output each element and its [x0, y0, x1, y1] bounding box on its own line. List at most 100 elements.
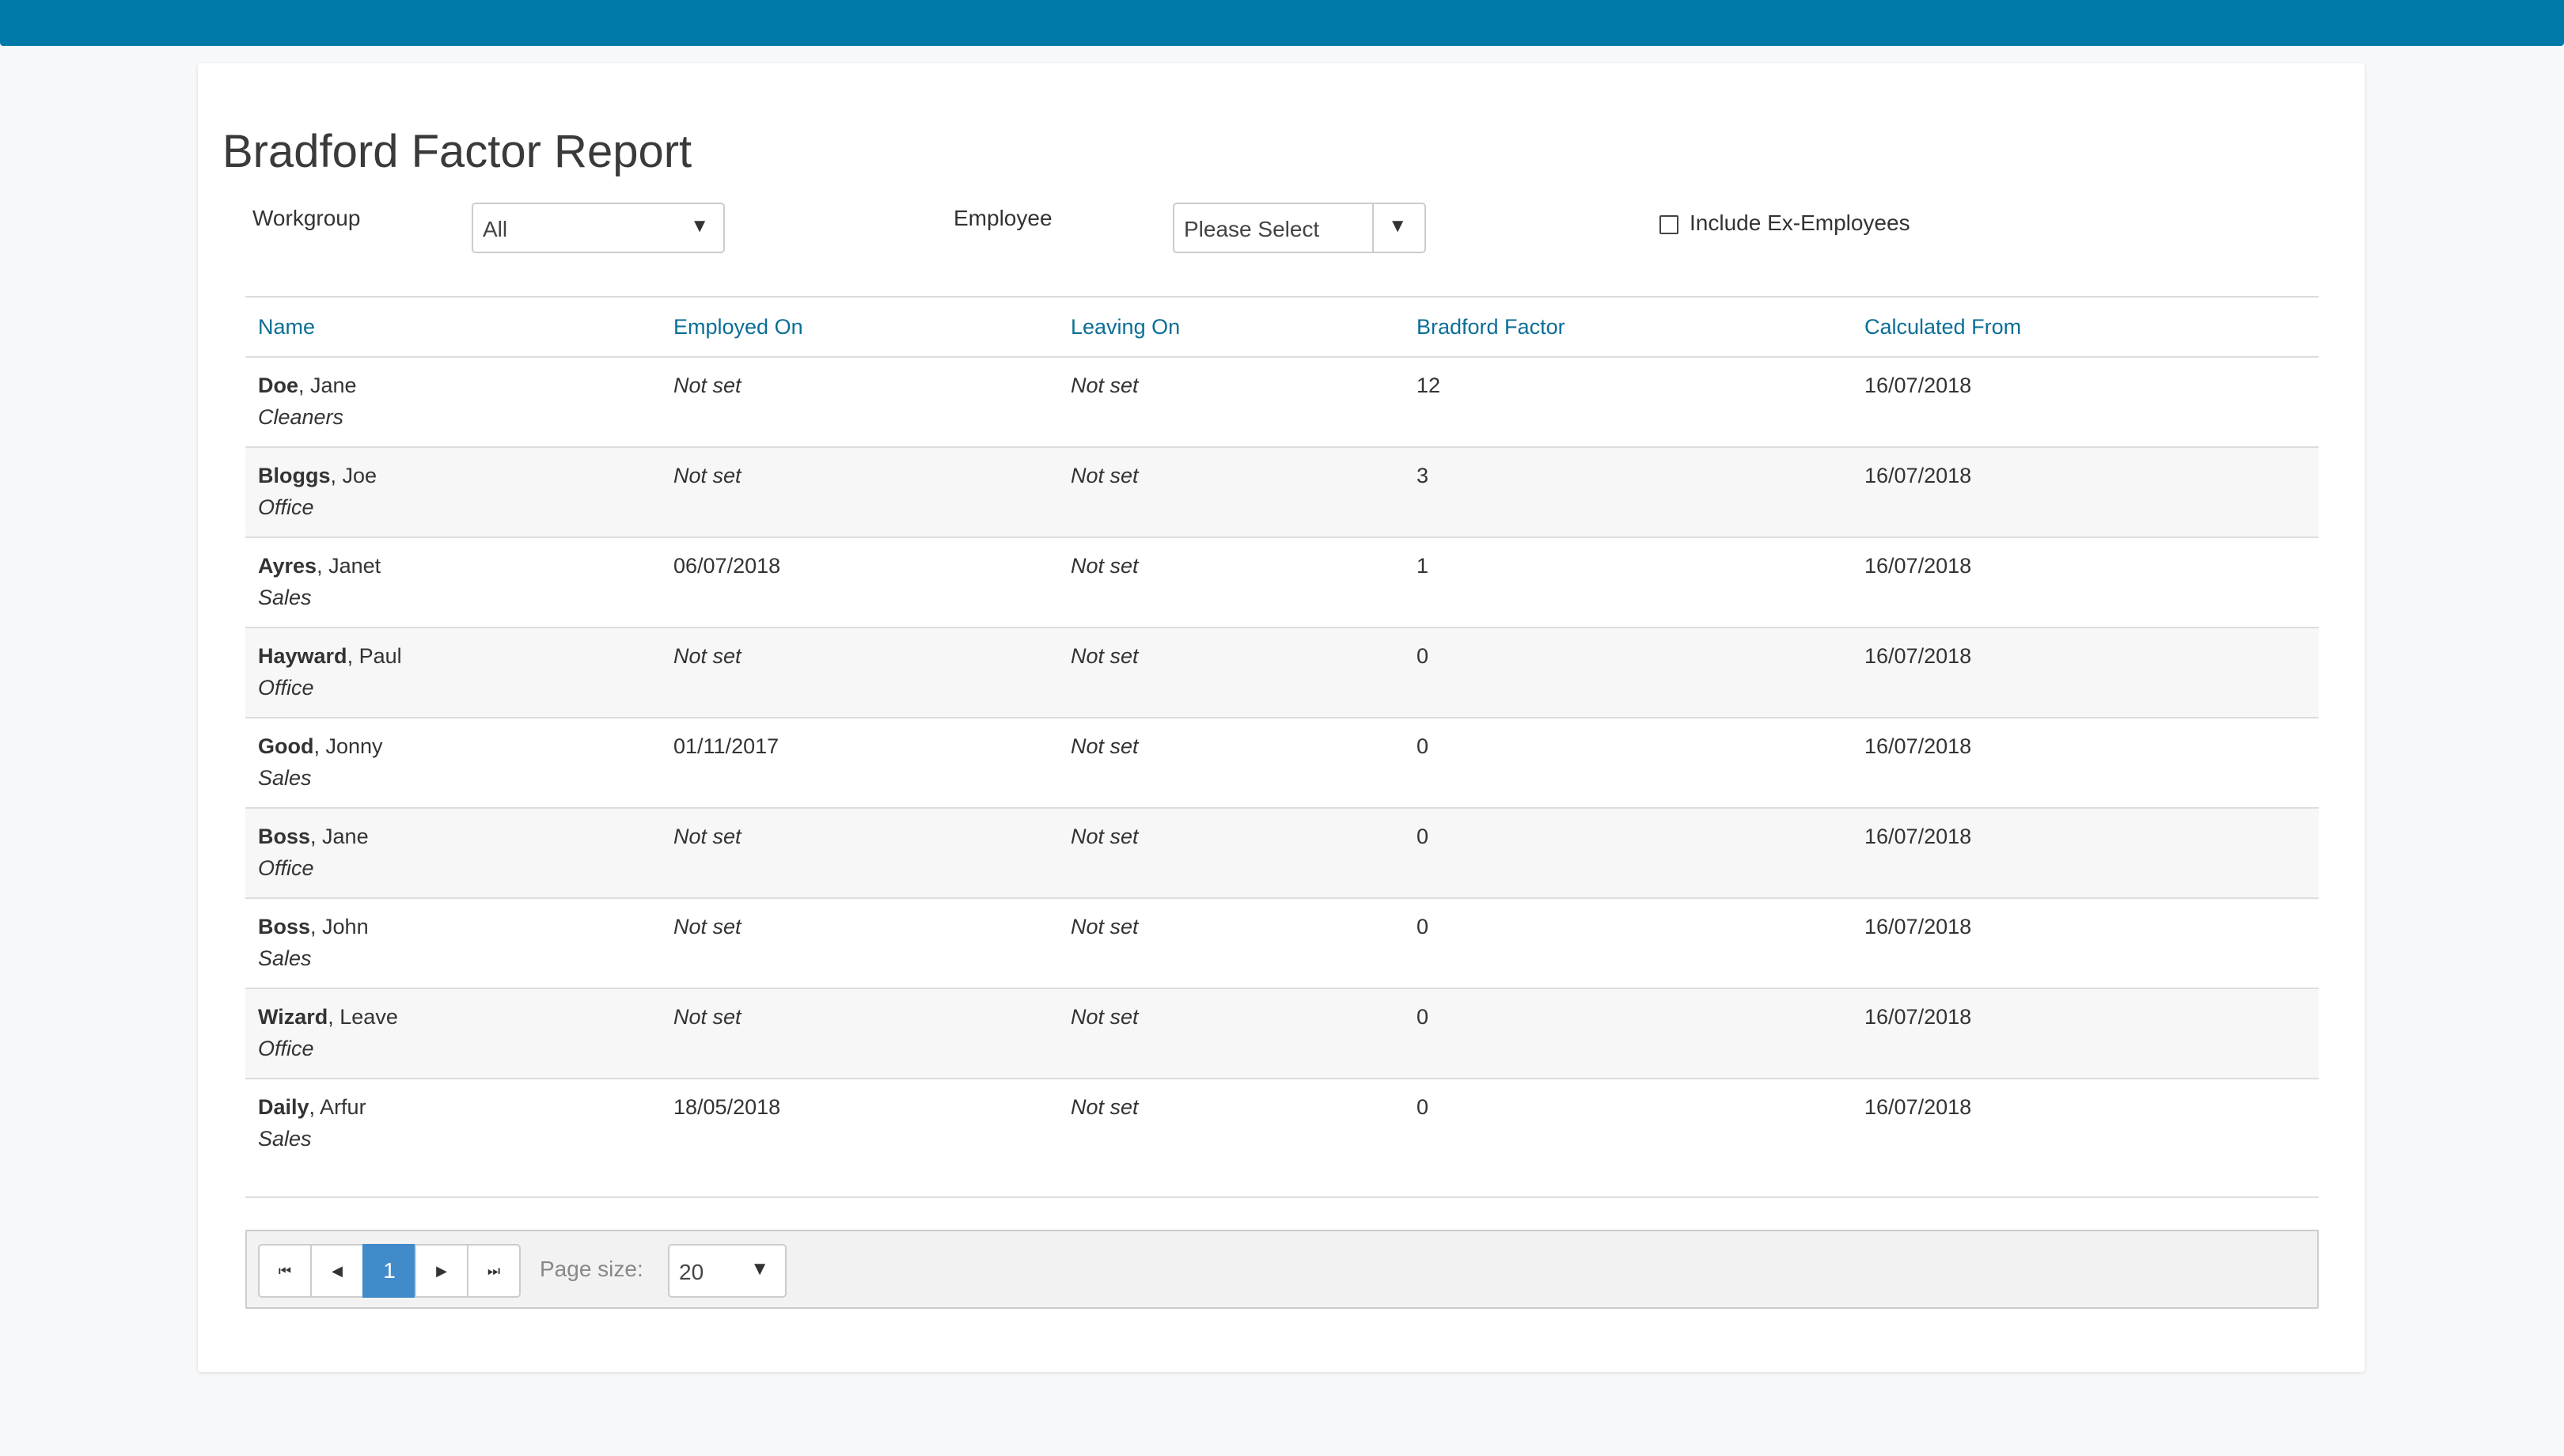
bradford-factor-value: 0 — [1417, 915, 1429, 938]
leaving-on-value: Not set — [1071, 373, 1139, 397]
workgroup-name: Office — [258, 676, 314, 700]
first-name: , Jonny — [313, 734, 383, 758]
first-name: , Arfur — [309, 1095, 366, 1119]
calculated-from-value: 16/07/2018 — [1864, 915, 1972, 938]
calculated-from-value: 16/07/2018 — [1864, 464, 1972, 487]
workgroup-name: Sales — [258, 1127, 312, 1151]
workgroup-name: Cleaners — [258, 405, 344, 429]
calculated-from-value: 16/07/2018 — [1864, 734, 1972, 758]
table-body: Doe, Jane Cleaners Not set Not set 12 16/07/2… — [245, 358, 2319, 1166]
bradford-factor-value: 3 — [1417, 464, 1429, 487]
employee-label: Employee — [954, 206, 1053, 230]
last-name: Bloggs — [258, 464, 331, 487]
table-row[interactable]: Boss, John Sales Not set Not set 0 16/07/2018 — [245, 899, 2319, 989]
employed-on-value: Not set — [673, 464, 742, 487]
table-row[interactable]: Ayres, Janet Sales 06/07/2018 Not set 1 16/07… — [245, 538, 2319, 628]
include-ex-employees-label: Include Ex-Employees — [1690, 210, 1910, 235]
first-page-button[interactable]: ⏮ — [258, 1244, 312, 1298]
page-size-select[interactable]: 20 ▼ — [668, 1244, 787, 1298]
column-header-bradford-factor[interactable]: Bradford Factor — [1417, 315, 1565, 339]
leaving-on-value: Not set — [1071, 1095, 1139, 1119]
bradford-table: Name Employed On Leaving On Bradford Fac… — [245, 296, 2319, 1166]
employee-select[interactable]: Please Select ▼ — [1173, 203, 1426, 253]
last-page-icon: ⏭ — [487, 1262, 501, 1279]
first-name: , Paul — [347, 644, 402, 668]
last-name: Hayward — [258, 644, 347, 668]
table-row[interactable]: Good, Jonny Sales 01/11/2017 Not set 0 16/07/… — [245, 719, 2319, 809]
employee-name[interactable]: Daily, Arfur — [258, 1095, 366, 1120]
calculated-from-value: 16/07/2018 — [1864, 644, 1972, 668]
page-size-label: Page size: — [540, 1257, 643, 1281]
last-name: Daily — [258, 1095, 309, 1119]
bradford-factor-value: 0 — [1417, 1005, 1429, 1029]
table-row[interactable]: Hayward, Paul Office Not set Not set 0 16/07/… — [245, 628, 2319, 719]
last-page-button[interactable]: ⏭ — [467, 1244, 521, 1298]
table-bottom-border — [245, 1196, 2319, 1198]
leaving-on-value: Not set — [1071, 1005, 1139, 1029]
page-size-value: 20 — [679, 1260, 704, 1284]
chevron-down-icon[interactable]: ▼ — [1388, 215, 1407, 237]
employee-name[interactable]: Ayres, Janet — [258, 554, 381, 578]
table-row[interactable]: Bloggs, Joe Office Not set Not set 3 16/07/20… — [245, 448, 2319, 538]
workgroup-label: Workgroup — [252, 206, 361, 230]
table-row[interactable]: Boss, Jane Office Not set Not set 0 16/07/201… — [245, 809, 2319, 899]
workgroup-name: Office — [258, 856, 314, 880]
prev-page-button[interactable]: ◀ — [310, 1244, 364, 1298]
next-page-button[interactable]: ▶ — [415, 1244, 468, 1298]
table-row[interactable]: Daily, Arfur Sales 18/05/2018 Not set 0 16/07… — [245, 1079, 2319, 1166]
leaving-on-value: Not set — [1071, 644, 1139, 668]
workgroup-name: Office — [258, 1037, 314, 1060]
first-name: , Jane — [310, 825, 369, 848]
employee-name[interactable]: Boss, John — [258, 915, 369, 939]
bradford-factor-value: 0 — [1417, 644, 1429, 668]
column-header-leaving-on[interactable]: Leaving On — [1071, 315, 1180, 339]
leaving-on-value: Not set — [1071, 825, 1139, 848]
include-ex-employees-checkbox[interactable] — [1659, 214, 1678, 234]
calculated-from-value: 16/07/2018 — [1864, 554, 1972, 578]
workgroup-select[interactable]: All ▼ — [472, 203, 725, 253]
bradford-factor-value: 1 — [1417, 554, 1429, 578]
first-name: , Joe — [330, 464, 377, 487]
prev-page-icon: ◀ — [332, 1262, 343, 1279]
bradford-factor-value: 0 — [1417, 734, 1429, 758]
column-header-name[interactable]: Name — [258, 315, 315, 339]
leaving-on-value: Not set — [1071, 464, 1139, 487]
workgroup-name: Sales — [258, 946, 312, 970]
first-name: , Leave — [328, 1005, 398, 1029]
report-card: Bradford Factor Report Workgroup All ▼ E… — [198, 63, 2365, 1372]
last-name: Boss — [258, 915, 311, 938]
chevron-down-icon: ▼ — [750, 1258, 769, 1280]
last-name: Doe — [258, 373, 299, 397]
last-name: Good — [258, 734, 314, 758]
first-name: , John — [310, 915, 369, 938]
next-page-icon: ▶ — [436, 1262, 447, 1279]
bradford-factor-value: 0 — [1417, 825, 1429, 848]
workgroup-name: Sales — [258, 586, 312, 609]
column-header-calculated-from[interactable]: Calculated From — [1864, 315, 2021, 339]
workgroup-value: All — [483, 217, 508, 241]
include-ex-employees-toggle[interactable]: Include Ex-Employees — [1659, 210, 1910, 236]
employee-name[interactable]: Good, Jonny — [258, 734, 383, 759]
employee-name[interactable]: Boss, Jane — [258, 825, 369, 849]
employee-name[interactable]: Bloggs, Joe — [258, 464, 377, 488]
column-header-employed-on[interactable]: Employed On — [673, 315, 803, 339]
employed-on-value: 18/05/2018 — [673, 1095, 781, 1119]
employee-name[interactable]: Wizard, Leave — [258, 1005, 398, 1029]
employed-on-value: Not set — [673, 644, 742, 668]
leaving-on-value: Not set — [1071, 734, 1139, 758]
table-row[interactable]: Doe, Jane Cleaners Not set Not set 12 16/07/2… — [245, 358, 2319, 448]
employed-on-value: Not set — [673, 825, 742, 848]
top-bar — [0, 0, 2564, 46]
table-row[interactable]: Wizard, Leave Office Not set Not set 0 16/07/… — [245, 989, 2319, 1079]
employee-name[interactable]: Doe, Jane — [258, 373, 357, 398]
employee-name[interactable]: Hayward, Paul — [258, 644, 402, 669]
employed-on-value: Not set — [673, 373, 742, 397]
current-page-number: 1 — [383, 1258, 396, 1283]
leaving-on-value: Not set — [1071, 915, 1139, 938]
page-1-button[interactable]: 1 — [362, 1244, 416, 1298]
calculated-from-value: 16/07/2018 — [1864, 1005, 1972, 1029]
employee-value: Please Select — [1184, 217, 1320, 241]
employed-on-value: 06/07/2018 — [673, 554, 781, 578]
chevron-down-icon: ▼ — [690, 215, 709, 237]
workgroup-name: Office — [258, 495, 314, 519]
